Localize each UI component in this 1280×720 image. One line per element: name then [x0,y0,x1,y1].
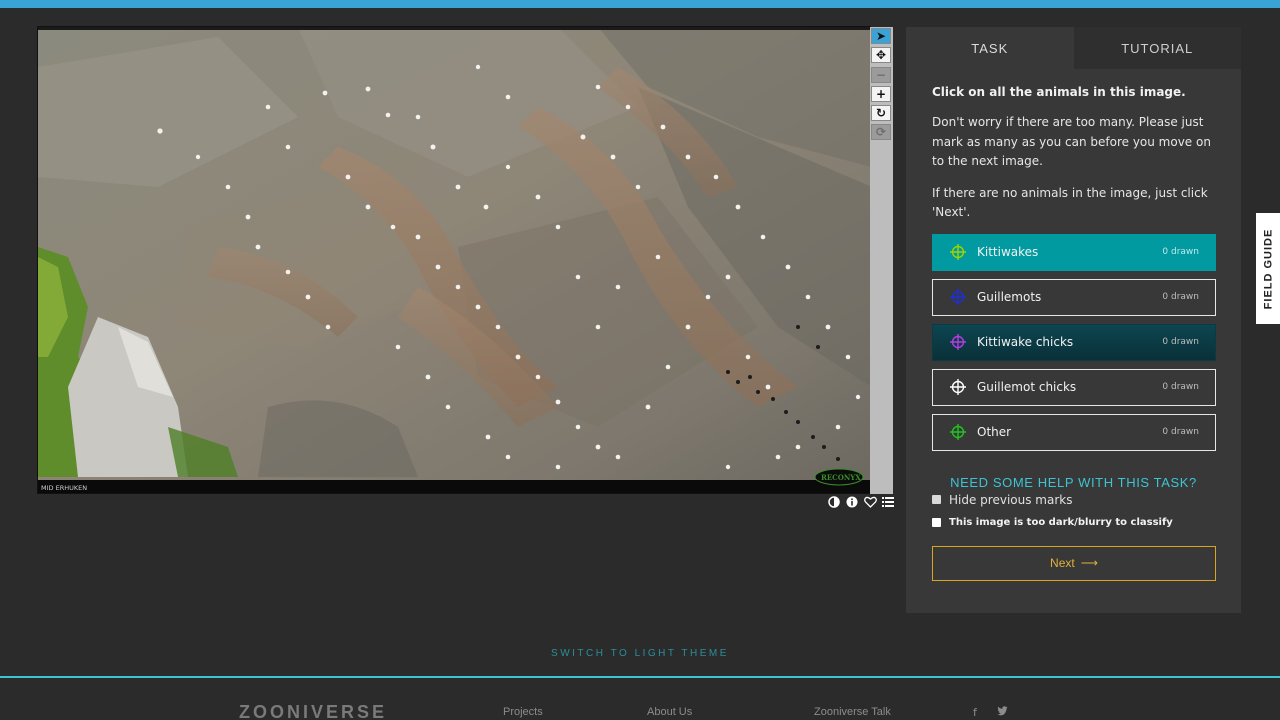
choice-guillemots[interactable]: Guillemots 0 drawn [932,278,1216,316]
tab-tutorial[interactable]: Tutorial [1073,27,1241,69]
footer-link-talk[interactable]: Zooniverse Talk [814,706,891,718]
task-help-text-2: If there are no animals in the image, ju… [932,185,1208,220]
hide-marks-label: Hide previous marks [949,492,1073,507]
contrast-icon[interactable] [827,495,841,509]
info-icon[interactable] [845,495,859,509]
reset-icon[interactable]: ⟳ [871,124,891,140]
move-tool-icon[interactable]: ✥ [871,47,891,63]
footer-link-projects[interactable]: Projects [503,706,543,718]
crosshair-icon [950,244,966,260]
arrow-right-icon: ⟶ [1080,556,1098,570]
rotate-icon[interactable]: ↻ [871,105,891,121]
too-dark-label: This image is too dark/blurry to classif… [949,516,1173,528]
task-question: Click on all the animals in this image. [932,85,1186,99]
choice-count: 0 drawn [1162,427,1199,437]
footer: ZOONIVERSE Projects About Us Zooniverse … [0,678,1280,720]
too-dark-checkbox[interactable] [932,517,941,527]
field-guide-tab[interactable]: FIELD GUIDE [1256,213,1280,324]
subject-image[interactable]: MID ERHUKEN RECONYX [37,26,871,494]
zooniverse-logo[interactable]: ZOONIVERSE [239,702,387,720]
crosshair-icon [950,289,966,305]
choice-label: Kittiwake chicks [977,335,1074,349]
choice-guillemot-chicks[interactable]: Guillemot chicks 0 drawn [932,368,1216,406]
choice-count: 0 drawn [1162,292,1199,302]
choice-count: 0 drawn [1162,337,1199,347]
crosshair-icon [950,379,966,395]
too-dark-row[interactable]: This image is too dark/blurry to classif… [932,517,1215,528]
choice-kittiwakes[interactable]: Kittiwakes 0 drawn [932,233,1216,271]
pointer-tool-icon[interactable]: ➤ [871,28,891,44]
subject-caption: MID ERHUKEN [41,484,87,492]
cliff-photo[interactable]: MID ERHUKEN RECONYX [38,27,871,494]
zoom-out-icon[interactable]: − [871,67,891,83]
hide-marks-row[interactable]: Hide previous marks [932,493,1215,507]
choice-label: Guillemots [977,290,1042,304]
collections-icon[interactable] [881,495,895,509]
subject-actions [823,493,895,511]
crosshair-icon [950,334,966,350]
need-help-link[interactable]: Need some help with this task? [932,475,1215,490]
subject-watermark: RECONYX [821,473,861,482]
choice-label: Kittiwakes [977,245,1039,259]
choice-count: 0 drawn [1162,382,1199,392]
task-panel: Task Tutorial Click on all the animals i… [906,27,1241,613]
tab-task[interactable]: Task [906,27,1074,69]
task-tabs: Task Tutorial [906,27,1241,69]
switch-theme-link[interactable]: Switch to light theme [0,648,1280,659]
choice-label: Other [977,425,1012,439]
top-accent-bar [0,0,1280,8]
choice-count: 0 drawn [1162,247,1199,257]
field-guide-label: FIELD GUIDE [1262,228,1275,309]
task-help-text: Don't worry if there are too many. Pleas… [932,115,1211,168]
choice-kittiwake-chicks[interactable]: Kittiwake chicks 0 drawn [932,323,1216,361]
choice-other[interactable]: Other 0 drawn [932,413,1216,451]
footer-link-about[interactable]: About Us [647,706,692,718]
twitter-icon[interactable] [997,706,1008,719]
choice-label: Guillemot chicks [977,380,1077,394]
hide-marks-checkbox[interactable] [932,495,941,504]
next-label: Next [1050,556,1075,570]
zoom-in-icon[interactable]: + [871,86,891,102]
favorite-icon[interactable] [863,495,877,509]
task-choices: Kittiwakes 0 drawn Guillemots 0 drawn Ki… [932,233,1216,451]
image-toolbar: ➤ ✥ − + ↻ ⟳ [870,27,893,494]
crosshair-icon [950,424,966,440]
facebook-icon[interactable]: f [973,706,977,719]
next-button[interactable]: Next ⟶ [932,545,1216,581]
